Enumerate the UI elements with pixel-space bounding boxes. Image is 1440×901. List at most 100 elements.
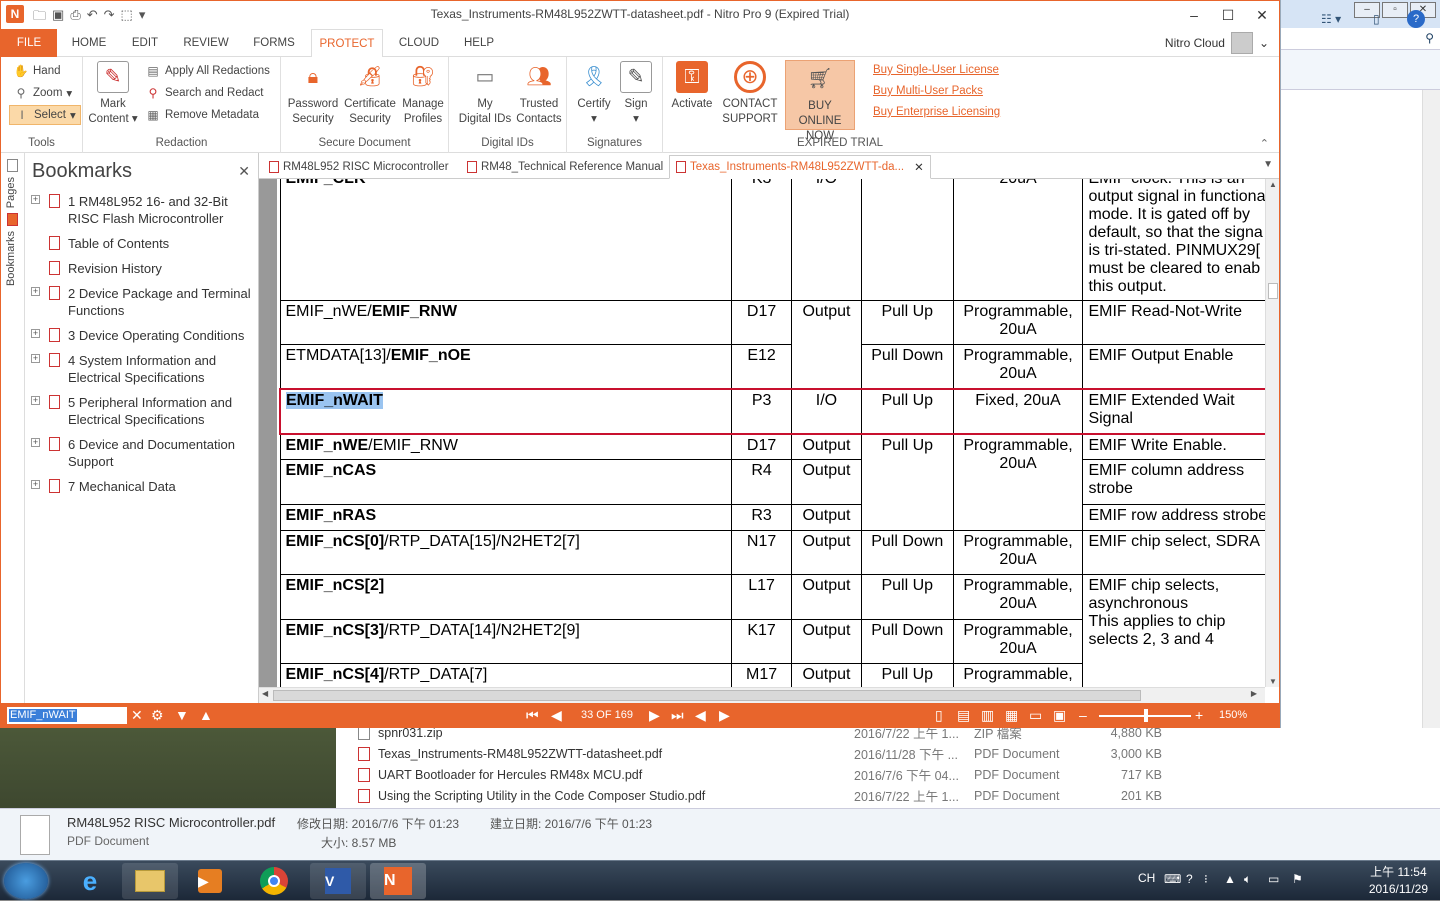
chrome-icon[interactable] — [246, 863, 302, 899]
show-hidden-icons-icon[interactable]: ▲ — [1224, 872, 1236, 886]
find-previous-icon[interactable]: ▲ — [199, 706, 213, 724]
view-options-icon[interactable]: ☷ ▾ — [1321, 12, 1341, 26]
expand-icon[interactable]: + — [31, 438, 40, 447]
network-icon[interactable]: ▭ — [1268, 872, 1279, 886]
media-player-icon[interactable]: ▶ — [182, 863, 238, 899]
single-page-view-icon[interactable]: ▯ — [935, 706, 943, 724]
file-row[interactable]: Using the Scripting Utility in the Code … — [336, 785, 1440, 806]
find-next-icon[interactable]: ▼ — [175, 706, 189, 724]
clock[interactable]: 上午 11:54 2016/11/29 — [1369, 864, 1428, 898]
tab-list-dropdown-icon[interactable]: ▼ — [1263, 159, 1273, 170]
zoom-slider-handle[interactable] — [1144, 709, 1148, 722]
zoom-level[interactable]: 150% — [1219, 709, 1247, 721]
apply-all-redactions-button[interactable]: ▤ Apply All Redactions — [145, 61, 270, 81]
minimize-button[interactable]: – — [1177, 1, 1211, 29]
contact-support-button[interactable]: ⊕ CONTACT SUPPORT — [721, 61, 779, 127]
expand-icon[interactable]: + — [31, 354, 40, 363]
expand-icon[interactable]: + — [31, 329, 40, 338]
expand-icon[interactable]: + — [31, 396, 40, 405]
maximize-button[interactable]: ☐ — [1211, 1, 1245, 29]
scroll-thumb[interactable] — [273, 690, 1141, 701]
tab-cloud[interactable]: CLOUD — [391, 29, 447, 57]
input-language[interactable]: CH — [1138, 871, 1155, 885]
manage-profiles-button[interactable]: 🔐︎ Manage Profiles — [399, 61, 447, 127]
previous-page-icon[interactable]: ◀ — [551, 706, 562, 724]
facing-continuous-view-icon[interactable]: ▦ — [1005, 706, 1018, 724]
page-indicator[interactable]: 33 OF 169 — [581, 709, 633, 721]
scroll-up-icon[interactable]: ▲ — [1269, 180, 1277, 189]
zoom-in-icon[interactable]: + — [1195, 706, 1203, 724]
explorer-search-box[interactable]: ⚲ — [1281, 28, 1440, 50]
tab-file[interactable]: FILE — [1, 29, 57, 57]
expand-icon[interactable]: + — [31, 195, 40, 204]
action-center-icon[interactable]: ⚑ — [1292, 872, 1303, 886]
file-row[interactable]: Texas_Instruments-RM48L952ZWTT-datasheet… — [336, 743, 1440, 764]
expand-icon[interactable]: + — [31, 480, 40, 489]
close-tab-icon[interactable]: ✕ — [914, 160, 924, 174]
continuous-view-icon[interactable]: ▤ — [957, 706, 970, 724]
buy-single-user-link[interactable]: Buy Single-User License — [873, 64, 999, 76]
help-tray-icon[interactable]: ? — [1186, 872, 1193, 886]
pages-tab[interactable]: Pages — [5, 177, 17, 208]
previous-view-icon[interactable]: ◀ — [695, 706, 706, 724]
zoom-out-icon[interactable]: – — [1079, 706, 1087, 724]
tab-home[interactable]: HOME — [61, 29, 117, 57]
file-row[interactable]: UART Bootloader for Hercules RM48x MCU.p… — [336, 764, 1440, 785]
fit-width-icon[interactable]: ▭ — [1029, 706, 1042, 724]
tab-protect[interactable]: PROTECT — [311, 29, 383, 58]
clear-search-icon[interactable]: ✕ — [131, 706, 143, 724]
keyboard-icon[interactable]: ⌨ — [1164, 872, 1181, 886]
explorer-scrollbar[interactable] — [1422, 90, 1440, 808]
vertical-scrollbar[interactable]: ▲ ▼ — [1265, 179, 1279, 687]
pages-panel-icon[interactable] — [7, 159, 18, 172]
start-button[interactable] — [4, 863, 48, 899]
buy-multi-user-link[interactable]: Buy Multi-User Packs — [873, 85, 983, 97]
scroll-thumb[interactable] — [1268, 283, 1278, 299]
doc-tab[interactable]: RM48_Technical Reference Manual — [461, 155, 667, 179]
activate-button[interactable]: ⚿ Activate — [667, 61, 717, 112]
volume-icon[interactable]: 🔈︎ — [1244, 872, 1251, 887]
buy-enterprise-link[interactable]: Buy Enterprise Licensing — [873, 106, 1000, 118]
mark-content-button[interactable]: ✎ Mark Content ▾ — [85, 61, 141, 127]
tray-options-icon[interactable]: ⁝ — [1204, 872, 1208, 886]
certify-button[interactable]: 🎗︎ Certify ▾ — [573, 61, 615, 127]
certificate-security-button[interactable]: 🔏︎ Certificate Security — [341, 61, 399, 127]
last-page-icon[interactable]: ⏭ — [671, 706, 684, 724]
bookmarks-panel-icon[interactable] — [7, 213, 18, 226]
remove-metadata-button[interactable]: ▦ Remove Metadata — [145, 105, 259, 125]
horizontal-scrollbar[interactable]: ◀ ▶ — [259, 687, 1265, 703]
tab-review[interactable]: REVIEW — [177, 29, 235, 57]
tab-edit[interactable]: EDIT — [121, 29, 169, 57]
document-view[interactable]: EMIF_CLK K3 I/O 20uA EMIF clock. This is… — [259, 179, 1279, 687]
sign-button[interactable]: ✎ Sign ▾ — [615, 61, 657, 127]
bookmarks-tab[interactable]: Bookmarks — [5, 231, 17, 286]
doc-tab[interactable]: RM48L952 RISC Microcontroller — [263, 155, 459, 179]
trusted-contacts-button[interactable]: 👥︎ Trusted Contacts — [515, 61, 563, 127]
avatar[interactable] — [1230, 32, 1253, 54]
my-digital-ids-button[interactable]: ▭ My Digital IDs — [453, 61, 517, 127]
chevron-down-icon[interactable]: ⌄ — [1259, 36, 1269, 50]
buy-online-now-button[interactable]: 🛒︎ BUY ONLINE NOW — [785, 60, 855, 142]
vivado-icon[interactable]: V — [310, 863, 366, 899]
maximize-icon[interactable]: ▫ — [1382, 2, 1408, 18]
find-query[interactable]: EMIF_nWAIT — [9, 709, 77, 722]
nitro-pro-icon[interactable]: N — [370, 863, 426, 899]
next-view-icon[interactable]: ▶ — [719, 706, 730, 724]
fit-page-icon[interactable]: ▣ — [1053, 706, 1066, 724]
first-page-icon[interactable]: ⏮ — [526, 706, 539, 724]
scroll-right-icon[interactable]: ▶ — [1251, 689, 1257, 698]
hand-button[interactable]: ✋ Hand — [13, 61, 61, 81]
collapse-ribbon-icon[interactable]: ⌃ — [1260, 137, 1269, 150]
search-icon[interactable]: ⚲ — [1425, 31, 1434, 45]
file-explorer-icon[interactable] — [122, 863, 178, 899]
preview-pane-icon[interactable]: ▯ — [1373, 12, 1380, 26]
scroll-left-icon[interactable]: ◀ — [262, 689, 268, 698]
zoom-button[interactable]: ⚲ Zoom ▾ — [13, 83, 73, 103]
tab-forms[interactable]: FORMS — [245, 29, 303, 57]
search-match[interactable]: EMIF_nWAIT — [286, 391, 383, 409]
close-icon[interactable]: ✕ — [238, 163, 250, 180]
internet-explorer-icon[interactable]: e — [62, 863, 118, 899]
search-options-icon[interactable]: ⚙ — [151, 706, 164, 724]
close-button[interactable]: ✕ — [1245, 1, 1279, 29]
tab-help[interactable]: HELP — [455, 29, 503, 57]
